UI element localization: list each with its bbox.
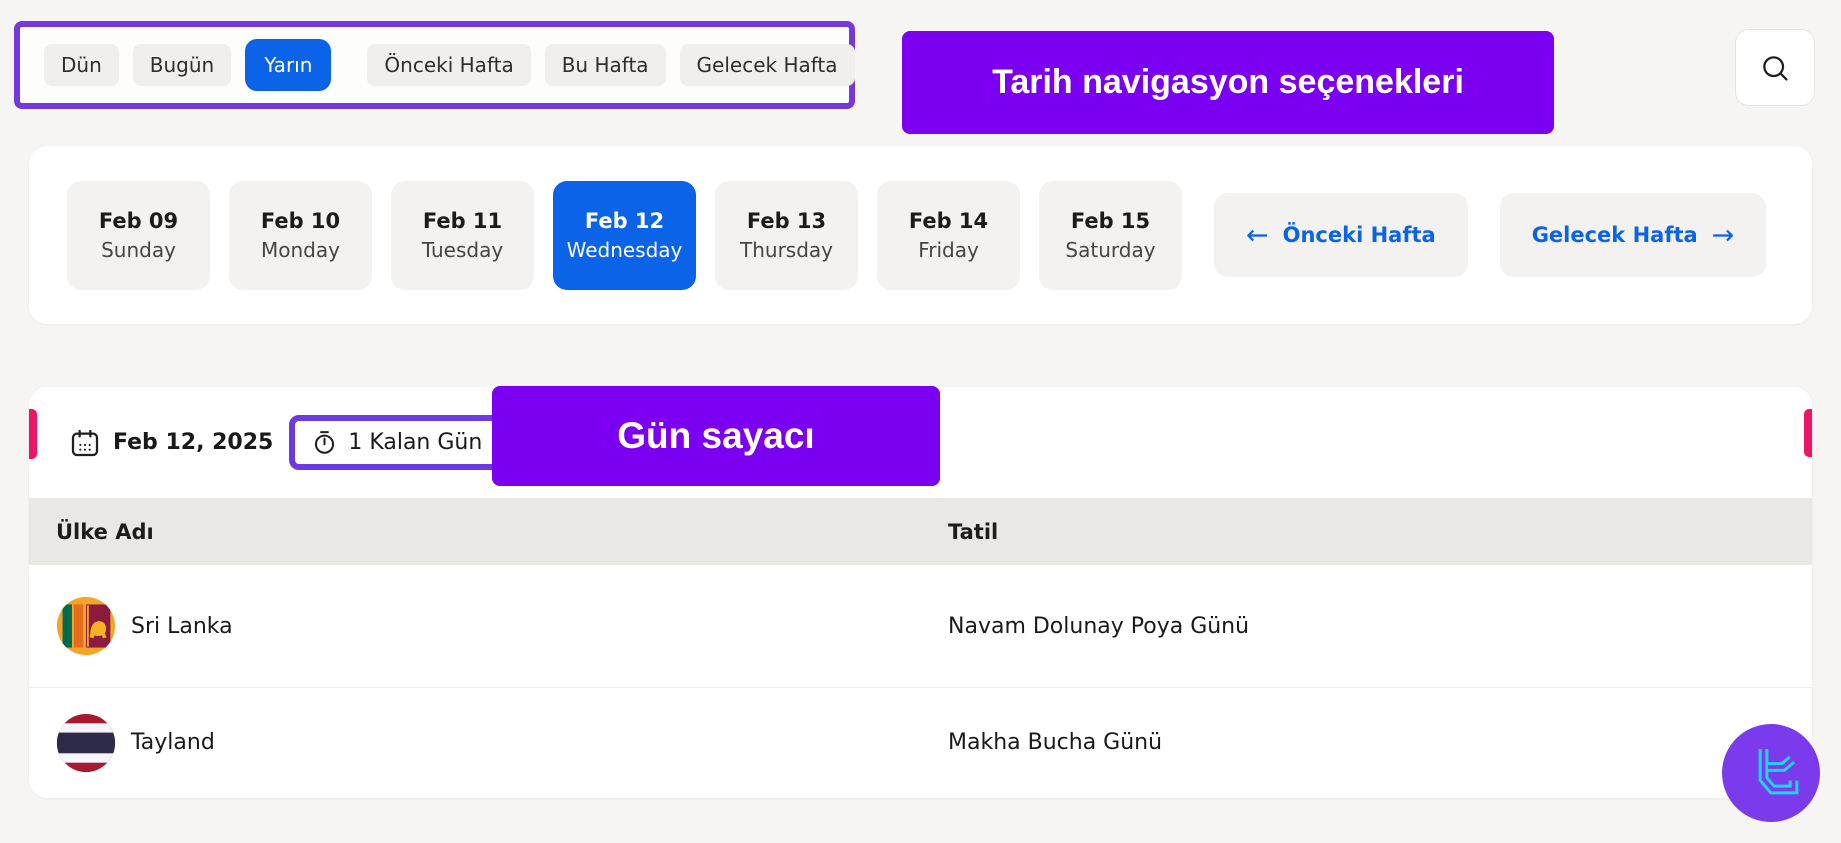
week-strip: Feb 09 Sunday Feb 10 Monday Feb 11 Tuesd… bbox=[29, 146, 1812, 324]
table-row-sri-lanka: Sri Lanka Navam Dolunay Poya Günü bbox=[29, 565, 1812, 687]
day-date: Feb 13 bbox=[746, 208, 827, 233]
day-weekday: Monday bbox=[261, 237, 340, 262]
thailand-flag-icon bbox=[56, 713, 116, 773]
holiday-card-header: Feb 12, 2025 1 Kalan Gün Gün sayacı bbox=[29, 386, 1812, 498]
previous-week-label: Önceki Hafta bbox=[1282, 223, 1436, 247]
country-cell: Tayland bbox=[29, 713, 948, 773]
holiday-name: Makha Bucha Günü bbox=[948, 730, 1163, 755]
day-date: Feb 10 bbox=[260, 208, 341, 233]
day-weekday: Tuesday bbox=[421, 237, 504, 262]
next-week-button[interactable]: Gelecek Hafta → bbox=[1499, 193, 1767, 277]
annotation-date-nav-label: Tarih navigasyon seçenekleri bbox=[902, 31, 1554, 134]
day-cell-feb-09[interactable]: Feb 09 Sunday bbox=[67, 180, 210, 290]
search-button[interactable] bbox=[1735, 29, 1815, 106]
countdown-label: 1 Kalan Gün bbox=[348, 430, 483, 455]
day-weekday: Sunday bbox=[101, 237, 176, 262]
filter-button-next-week[interactable]: Gelecek Hafta bbox=[679, 44, 855, 86]
filter-button-today[interactable]: Bugün bbox=[132, 44, 232, 86]
pink-accent-bar-left bbox=[29, 409, 37, 459]
column-header-country: Ülke Adı bbox=[56, 519, 154, 544]
country-cell: Sri Lanka bbox=[29, 596, 948, 656]
annotation-date-nav-box: Dün Bugün Yarın Önceki Hafta Bu Hafta Ge… bbox=[14, 21, 855, 109]
day-date: Feb 09 bbox=[98, 208, 179, 233]
countdown-badge: 1 Kalan Gün bbox=[289, 415, 505, 470]
day-weekday: Friday bbox=[918, 237, 979, 262]
day-weekday: Thursday bbox=[740, 237, 833, 262]
filter-button-this-week[interactable]: Bu Hafta bbox=[544, 44, 666, 86]
holiday-name: Navam Dolunay Poya Günü bbox=[948, 613, 1250, 639]
column-header-holiday: Tatil bbox=[948, 519, 999, 544]
day-date: Feb 14 bbox=[908, 208, 989, 233]
stopwatch-icon bbox=[311, 429, 338, 456]
search-icon bbox=[1759, 52, 1791, 84]
day-cell-feb-15[interactable]: Feb 15 Saturday bbox=[1039, 180, 1182, 290]
arrow-left-icon: ← bbox=[1246, 219, 1269, 251]
day-date: Feb 15 bbox=[1070, 208, 1151, 233]
previous-week-button[interactable]: ← Önceki Hafta bbox=[1214, 193, 1468, 277]
day-cell-feb-14[interactable]: Feb 14 Friday bbox=[877, 180, 1020, 290]
table-row-thailand: Tayland Makha Bucha Günü bbox=[29, 687, 1812, 797]
page: Dün Bugün Yarın Önceki Hafta Bu Hafta Ge… bbox=[0, 0, 1841, 843]
filter-button-yesterday[interactable]: Dün bbox=[44, 44, 119, 86]
day-date: Feb 11 bbox=[422, 208, 503, 233]
day-weekday: Wednesday bbox=[566, 237, 683, 262]
pink-accent-bar-right bbox=[1804, 409, 1812, 457]
arrow-right-icon: → bbox=[1711, 219, 1735, 251]
day-weekday: Saturday bbox=[1065, 237, 1156, 262]
calendar-icon bbox=[69, 427, 101, 459]
day-cell-feb-12-selected[interactable]: Feb 12 Wednesday bbox=[553, 180, 696, 290]
logo-glyph-icon bbox=[1735, 737, 1807, 809]
country-name: Tayland bbox=[131, 730, 215, 755]
country-name: Sri Lanka bbox=[131, 613, 233, 639]
day-cell-feb-13[interactable]: Feb 13 Thursday bbox=[715, 180, 858, 290]
table-header-row: Ülke Adı Tatil bbox=[29, 498, 1812, 565]
filter-button-tomorrow[interactable]: Yarın bbox=[245, 39, 332, 91]
day-date: Feb 12 bbox=[584, 208, 665, 233]
annotation-day-counter-label: Gün sayacı bbox=[492, 386, 940, 486]
day-cell-feb-10[interactable]: Feb 10 Monday bbox=[229, 180, 372, 290]
filter-button-previous-week[interactable]: Önceki Hafta bbox=[367, 44, 531, 86]
brand-logo bbox=[1722, 724, 1820, 822]
next-week-label: Gelecek Hafta bbox=[1531, 223, 1698, 247]
selected-date-text: Feb 12, 2025 bbox=[113, 430, 274, 455]
day-cell-feb-11[interactable]: Feb 11 Tuesday bbox=[391, 180, 534, 290]
holiday-card: Feb 12, 2025 1 Kalan Gün Gün sayacı Ülke… bbox=[29, 386, 1812, 798]
sri-lanka-flag-icon bbox=[56, 596, 116, 656]
